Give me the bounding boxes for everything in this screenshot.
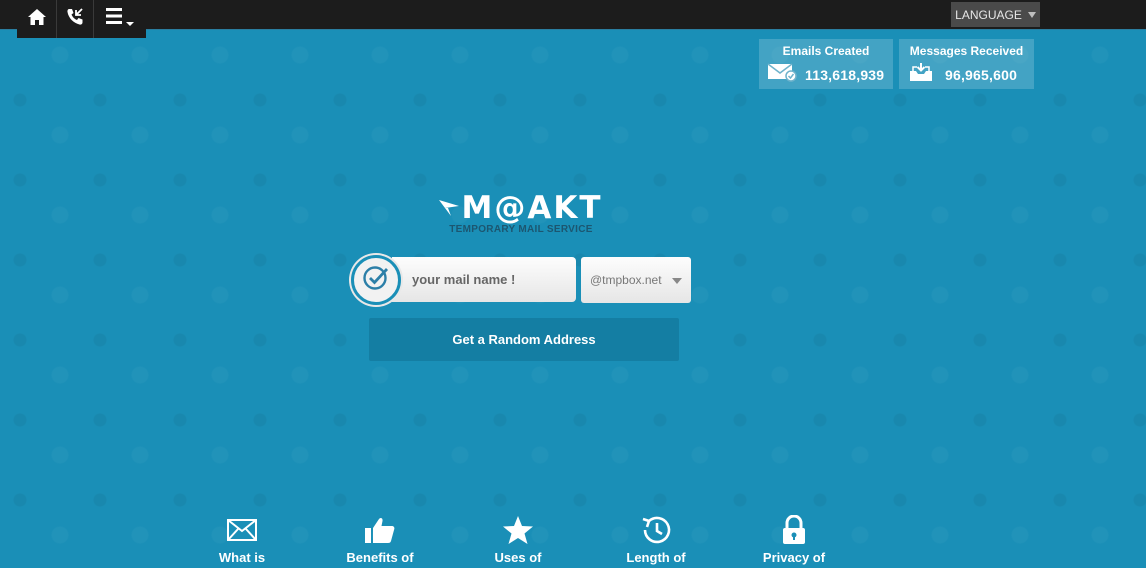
emails-created-label: Emails Created	[782, 44, 870, 58]
feature-label: Uses of	[494, 550, 542, 565]
feature-uses-of[interactable]: Uses of	[458, 515, 578, 565]
menu-button[interactable]	[94, 0, 146, 38]
history-icon	[640, 515, 672, 550]
menu-icon	[104, 6, 136, 33]
logo-brand-text: M@AKT	[461, 190, 603, 226]
chevron-down-icon	[1027, 11, 1036, 18]
thumbs-up-icon	[364, 516, 396, 549]
contact-button[interactable]	[57, 0, 94, 38]
site-logo[interactable]: M@AKT TEMPORARY MAIL SERVICE	[436, 190, 606, 240]
domain-select-value: @tmpbox.net	[590, 273, 662, 287]
emails-created-stat: Emails Created 113,618,939	[759, 39, 893, 89]
chevron-down-icon	[672, 278, 682, 284]
feature-label: Length of	[626, 550, 686, 565]
feature-benefits-of[interactable]: Benefits of	[320, 516, 440, 565]
random-address-button[interactable]: Get a Random Address	[369, 318, 679, 361]
feature-what-is[interactable]: What is	[182, 516, 302, 565]
feature-label: What is	[218, 550, 266, 565]
envelope-icon	[227, 518, 257, 546]
messages-received-label: Messages Received	[909, 44, 1024, 58]
messages-received-stat: Messages Received 96,965,600	[899, 39, 1034, 89]
messages-received-value: 96,965,600	[945, 66, 1018, 83]
home-icon	[27, 8, 47, 31]
home-button[interactable]	[17, 0, 57, 38]
mail-check-icon	[767, 62, 797, 87]
star-icon	[502, 515, 534, 550]
random-address-label: Get a Random Address	[452, 332, 596, 347]
logo-brand: M@AKT	[439, 190, 602, 226]
top-nav	[17, 0, 146, 38]
paper-plane-icon	[439, 190, 460, 226]
language-label: LANGUAGE	[955, 7, 1022, 22]
logo-tagline: TEMPORARY MAIL SERVICE	[449, 224, 593, 235]
emails-created-value: 113,618,939	[805, 66, 885, 83]
feature-label: Privacy of	[762, 550, 826, 565]
mail-name-input[interactable]	[392, 257, 576, 302]
domain-select[interactable]: @tmpbox.net	[581, 257, 691, 303]
inbox-icon	[907, 62, 937, 87]
feature-privacy-of[interactable]: Privacy of	[734, 514, 854, 565]
check-icon	[362, 264, 390, 297]
feature-label: Benefits of	[346, 550, 414, 565]
phone-icon	[65, 7, 85, 32]
check-badge	[351, 255, 401, 305]
language-selector[interactable]: LANGUAGE	[951, 2, 1040, 27]
lock-icon	[781, 514, 807, 550]
feature-length-of[interactable]: Length of	[596, 516, 716, 565]
